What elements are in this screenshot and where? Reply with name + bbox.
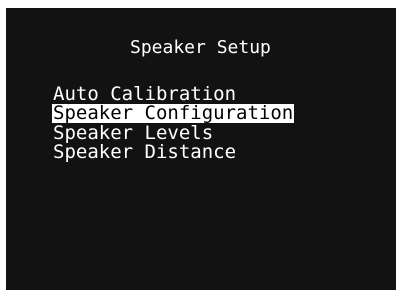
page-title: Speaker Setup xyxy=(130,37,271,58)
menu-item-speaker-configuration[interactable]: Speaker Configuration xyxy=(52,104,295,123)
menu-item-speaker-distance[interactable]: Speaker Distance xyxy=(52,143,294,162)
speaker-setup-menu: Auto Calibration Speaker Configuration S… xyxy=(52,85,295,162)
osd-screen: Speaker Setup Auto Calibration Speaker C… xyxy=(6,8,396,290)
